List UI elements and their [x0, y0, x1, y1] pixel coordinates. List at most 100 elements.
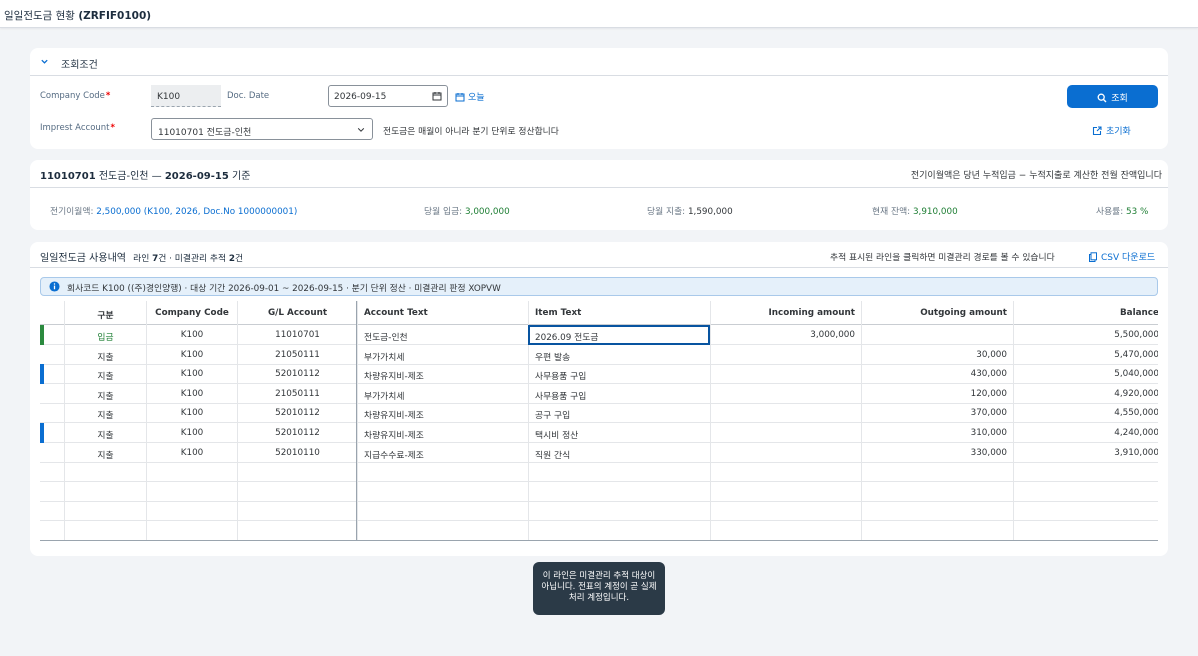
col-type-cell: 지출 — [64, 383, 146, 404]
col-type-cell: 지출 — [64, 364, 146, 385]
col-company-code-cell — [146, 481, 237, 502]
col-balance-header[interactable]: Balance — [1013, 301, 1158, 325]
col-gl-account-cell: 52010112 — [237, 403, 357, 424]
page-title-text: 일일전도금 현황 — [4, 10, 75, 22]
col-account-text-cell: 차량유지비-제조 — [357, 364, 528, 385]
chevron-down-icon — [357, 128, 365, 132]
usage-grid: 구분 Company Code G/L Account Account Text Ite… — [40, 301, 1158, 541]
page-title: 일일전도금 현황 (ZRFIF0100) — [4, 8, 151, 23]
company-code-label: Company Code* — [40, 91, 111, 101]
col-balance-cell: 5,470,000 — [1013, 344, 1158, 365]
col-incoming-cell — [710, 403, 861, 424]
col-type-header[interactable]: 구분 — [64, 301, 146, 325]
col-company-code-header[interactable]: Company Code — [146, 301, 237, 325]
col-type-cell: 입금 — [64, 325, 146, 345]
table-header: 일일전도금 사용내역 라인 7건 · 미결관리 추적 2건 추적 표시된 라인을… — [30, 242, 1168, 268]
reset-button[interactable]: 초기화 — [1092, 124, 1131, 137]
table-row[interactable]: 지출 K100 52010112 차량유지비-제조 택시비 정산 310,000 4,240… — [40, 423, 1158, 443]
col-item-text-cell: 택시비 정산 — [528, 423, 710, 443]
col-gl-account-cell: 52010112 — [237, 423, 357, 443]
tracking-tooltip: 이 라인은 미결관리 추적 대상이 아닙니다. 전표의 계정이 곧 실제 처리 … — [533, 562, 665, 615]
col-account-text-cell — [357, 481, 528, 502]
grid-header-row: 구분 Company Code G/L Account Account Text Ite… — [40, 301, 1158, 325]
calendar-icon[interactable] — [432, 91, 442, 101]
col-balance-cell: 5,500,000 — [1013, 325, 1158, 345]
col-company-code-cell — [146, 521, 237, 541]
item-text-edit-cell[interactable]: 2026.09 전도금 — [528, 325, 710, 345]
incoming-marker[interactable] — [40, 325, 44, 345]
filter-header[interactable]: 조회조건 — [30, 48, 1168, 76]
imprest-hint: 전도금은 매월이 아니라 분기 단위로 정산합니다 — [383, 127, 559, 137]
usage-table-panel: 일일전도금 사용내역 라인 7건 · 미결관리 추적 2건 추적 표시된 라인을… — [30, 242, 1168, 556]
carry-over-amount: 전기이월액: 2,500,000 (K100, 2026, Doc.No 100… — [50, 207, 298, 217]
col-company-code-cell: K100 — [146, 325, 237, 345]
table-row[interactable]: 지출 K100 21050111 부가가치세 우편 발송 30,000 5,470,000 — [40, 344, 1158, 365]
col-balance-cell: 4,550,000 — [1013, 403, 1158, 424]
csv-download-button[interactable]: CSV 다운로드 — [1088, 250, 1155, 263]
col-company-code-cell: K100 — [146, 344, 237, 365]
chevron-down-icon[interactable] — [40, 57, 49, 66]
search-button[interactable]: 조회 — [1067, 85, 1158, 108]
col-account-text-cell: 지급수수료-제조 — [357, 442, 528, 463]
col-company-code-cell: K100 — [146, 403, 237, 424]
frozen-column-divider — [356, 301, 357, 541]
empty-row — [40, 521, 1158, 541]
col-type-cell — [64, 501, 146, 522]
col-type-cell: 지출 — [64, 442, 146, 463]
imprest-account-select[interactable]: 11010701 전도금-인천 — [151, 118, 373, 140]
col-outgoing-cell — [861, 521, 1013, 541]
col-incoming-cell — [710, 383, 861, 404]
table-row[interactable]: 입금 K100 11010701 전도금-인천 2026.09 전도금 3,000,000… — [40, 325, 1158, 345]
tracking-marker[interactable] — [40, 423, 44, 443]
col-item-text-cell: 사무용품 구입 — [528, 383, 710, 404]
col-incoming-header[interactable]: Incoming amount — [710, 301, 861, 325]
info-strip: 회사코드 K100 ((주)경인양행) · 대상 기간 2026-09-01 ~… — [40, 277, 1158, 296]
empty-row — [40, 481, 1158, 502]
col-company-code-cell — [146, 501, 237, 522]
col-balance-cell: 5,040,000 — [1013, 364, 1158, 385]
company-code-field[interactable]: K100 — [151, 85, 221, 107]
col-account-text-cell — [357, 501, 528, 522]
col-item-text-header[interactable]: Item Text — [528, 301, 710, 325]
col-company-code-cell: K100 — [146, 423, 237, 443]
doc-date-value: 2026-09-15 — [334, 92, 387, 102]
col-incoming-cell — [710, 521, 861, 541]
csv-label: CSV 다운로드 — [1101, 253, 1156, 263]
doc-date-label: Doc. Date — [227, 91, 270, 101]
col-gl-account-cell — [237, 481, 357, 502]
table-row[interactable]: 지출 K100 21050111 부가가치세 사무용품 구입 120,000 4,920,0… — [40, 383, 1158, 404]
filter-title: 조회조건 — [61, 60, 98, 71]
col-incoming-cell — [710, 364, 861, 385]
col-gl-account-header[interactable]: G/L Account — [237, 301, 357, 325]
table-title: 일일전도금 사용내역 라인 7건 · 미결관리 추적 2건 — [40, 253, 244, 264]
col-account-text-cell: 차량유지비-제조 — [357, 423, 528, 443]
table-note: 추적 표시된 라인을 클릭하면 미결관리 경로를 볼 수 있습니다 — [830, 253, 1055, 263]
table-row[interactable]: 지출 K100 52010112 차량유지비-제조 공구 구입 370,000 4,550,… — [40, 403, 1158, 424]
table-row[interactable]: 지출 K100 52010112 차량유지비-제조 사무용품 구입 430,000 5,04… — [40, 364, 1158, 385]
col-outgoing-cell — [861, 462, 1013, 483]
col-incoming-cell — [710, 481, 861, 502]
today-button[interactable]: 오늘 — [455, 90, 485, 103]
col-account-text-cell — [357, 521, 528, 541]
col-outgoing-cell: 310,000 — [861, 423, 1013, 443]
page-title-code: (ZRFIF0100) — [78, 10, 152, 22]
col-balance-cell — [1013, 521, 1158, 541]
doc-date-field[interactable]: 2026-09-15 — [328, 85, 448, 107]
col-account-text-header[interactable]: Account Text — [357, 301, 528, 325]
col-outgoing-cell — [861, 501, 1013, 522]
imprest-account-label: Imprest Account* — [40, 123, 115, 133]
empty-row — [40, 501, 1158, 522]
grid-bottom-border — [40, 540, 1158, 541]
marker-column-header — [40, 301, 64, 325]
col-outgoing-cell — [861, 481, 1013, 502]
table-row[interactable]: 지출 K100 52010110 지급수수료-제조 직원 간식 330,000 3,910,… — [40, 442, 1158, 463]
col-outgoing-header[interactable]: Outgoing amount — [861, 301, 1013, 325]
col-account-text-cell — [357, 462, 528, 483]
col-outgoing-cell: 430,000 — [861, 364, 1013, 385]
monthly-incoming: 당월 입금: 3,000,000 — [424, 207, 510, 217]
col-incoming-cell: 3,000,000 — [710, 325, 861, 345]
col-item-text-cell: 직원 간식 — [528, 442, 710, 463]
tracking-marker[interactable] — [40, 364, 44, 385]
col-balance-cell: 4,240,000 — [1013, 423, 1158, 443]
imprest-account-value: 11010701 전도금-인천 — [158, 128, 252, 138]
